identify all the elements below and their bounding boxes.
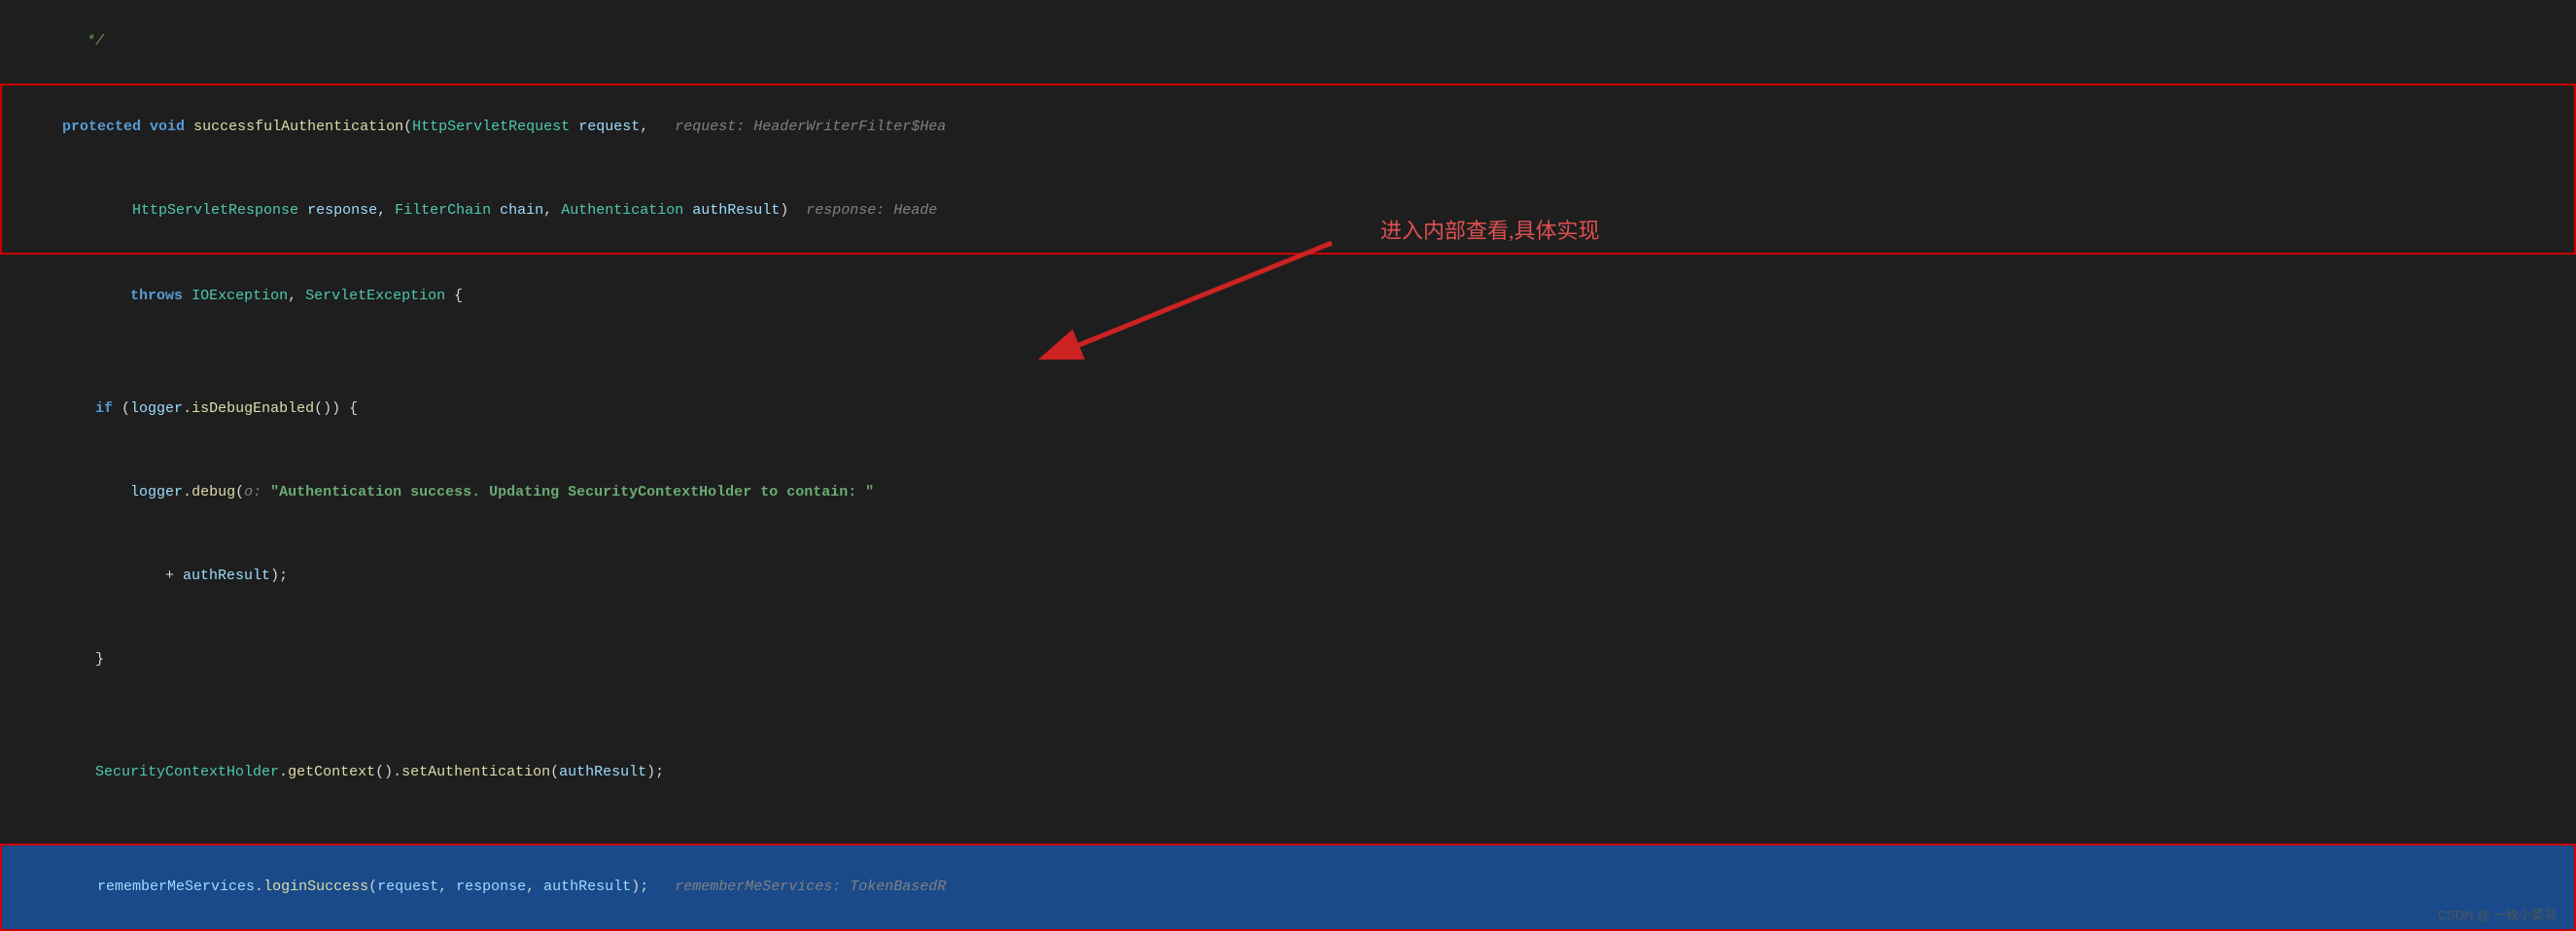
code-line-security-context: SecurityContextHolder.getContext().setAu… [0, 731, 2576, 814]
type-authentication: Authentication [561, 202, 683, 219]
code-line-logger-debug: logger.debug(o: "Authentication success.… [0, 451, 2576, 534]
method-getcontext: getContext [288, 764, 375, 780]
keyword-void: void [150, 119, 185, 135]
keyword-if: if [95, 400, 113, 417]
code-line-comment: */ [0, 0, 2576, 84]
hint-response: response: Heade [806, 202, 937, 219]
method-setauthentication: setAuthentication [401, 764, 550, 780]
code-line-empty2 [0, 702, 2576, 731]
var-logger2: logger [130, 484, 183, 500]
param-response: response [307, 202, 377, 219]
param-chain: chain [500, 202, 543, 219]
hint-rememberme: rememberMeServices: TokenBasedR [675, 879, 946, 895]
code-line-remember-me: rememberMeServices.loginSuccess(request,… [0, 844, 2576, 931]
param-authresult: authResult [692, 202, 780, 219]
method-isDebug: isDebugEnabled [191, 400, 314, 417]
var-rememberme: rememberMeServices [97, 879, 255, 895]
code-line-empty1 [0, 338, 2576, 367]
keyword-protected: protected [62, 119, 141, 135]
hint-o: o: [244, 484, 270, 500]
type-httpresponse: HttpServletResponse [132, 202, 298, 219]
method-name: successfulAuthentication [193, 119, 403, 135]
code-line-if-logger: if (logger.isDebugEnabled()) { [0, 367, 2576, 451]
code-line-method-sig1: protected void successfulAuthentication(… [0, 84, 2576, 169]
type-filterchain: FilterChain [395, 202, 491, 219]
code-line-method-sig2: HttpServletResponse response, FilterChai… [0, 169, 2576, 255]
watermark: CSDN @ 一枚小菜鸟 [2438, 905, 2557, 923]
keyword-throws: throws [130, 288, 183, 304]
type-ioexception: IOException [191, 288, 288, 304]
type-httprequest: HttpServletRequest [412, 119, 570, 135]
method-debug: debug [191, 484, 235, 500]
method-loginsuccess: loginSuccess [263, 879, 368, 895]
code-line-empty3 [0, 814, 2576, 844]
var-authresult: authResult [183, 568, 270, 584]
var-res2: response [456, 879, 526, 895]
hint-request: request: HeaderWriterFilter$Hea [675, 119, 946, 135]
string-auth-success: "Authentication success. Updating Securi… [270, 484, 874, 500]
var-authresult2: authResult [559, 764, 646, 780]
var-req2: request [377, 879, 438, 895]
type-securitycontextholder: SecurityContextHolder [95, 764, 279, 780]
type-servletexception: ServletException [305, 288, 445, 304]
var-logger: logger [130, 400, 183, 417]
code-line-throws: throws IOException, ServletException { [0, 255, 2576, 338]
code-line-close-brace: } [0, 618, 2576, 702]
code-container: */ protected void successfulAuthenticati… [0, 0, 2576, 931]
param-request: request [578, 119, 640, 135]
var-auth2: authResult [543, 879, 631, 895]
code-line-authresult: + authResult); [0, 534, 2576, 618]
